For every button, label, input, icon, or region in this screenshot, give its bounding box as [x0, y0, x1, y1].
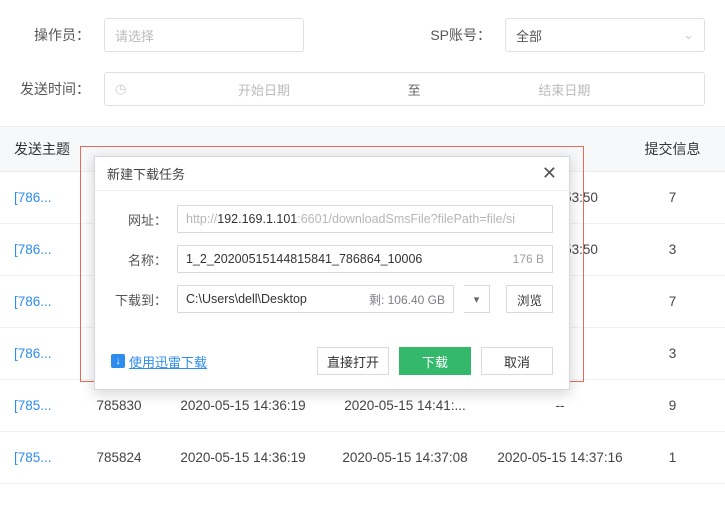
saveto-label: 下载到： [111, 290, 167, 309]
row-submit: 1 [634, 450, 711, 465]
close-icon[interactable]: ✕ [542, 163, 557, 184]
name-label: 名称： [111, 250, 167, 269]
sp-account-label: SP账号： [421, 25, 491, 45]
table-row: [785...7858242020-05-15 14:36:192020-05-… [0, 432, 725, 484]
topic-link[interactable]: [785... [14, 398, 76, 413]
row-time1: 2020-05-15 14:36:19 [162, 450, 324, 465]
col-topic-header: 发送主题 [14, 139, 76, 159]
sp-account-select[interactable]: 全部 ⌄ [505, 18, 705, 52]
topic-link[interactable]: [785... [14, 450, 76, 465]
row-submit: 7 [634, 190, 711, 205]
saveto-dropdown[interactable]: ▾ [464, 285, 490, 313]
row-num: 785824 [76, 450, 162, 465]
col-submit-header: 提交信息 [634, 139, 711, 159]
download-dialog: 新建下载任务 ✕ 网址： http://192.169.1.101:6601/d… [94, 156, 570, 390]
name-input[interactable]: 1_2_20200515144815841_786864_10006 176 B [177, 245, 553, 273]
filters-bar: 操作员： 请选择 SP账号： 全部 ⌄ 发送时间： ◷ 开始日期 至 结束日期 [0, 0, 725, 106]
date-range-picker[interactable]: ◷ 开始日期 至 结束日期 [104, 72, 705, 106]
row-time2: 2020-05-15 14:41:... [324, 398, 486, 413]
download-button[interactable]: 下载 [399, 347, 471, 375]
dialog-title-text: 新建下载任务 [107, 164, 185, 183]
url-prefix: http:// [186, 212, 217, 226]
row-time3: -- [486, 398, 634, 413]
saveto-input[interactable]: C:\Users\dell\Desktop 剩: 106.40 GB [177, 285, 454, 313]
url-input[interactable]: http://192.169.1.101:6601/downloadSmsFil… [177, 205, 553, 233]
row-time1: 2020-05-15 14:36:19 [162, 398, 324, 413]
chevron-down-icon: ⌄ [683, 27, 694, 43]
row-num: 785830 [76, 398, 162, 413]
topic-link[interactable]: [786... [14, 242, 76, 257]
xunlei-link[interactable]: ↓ 使用迅雷下载 [111, 352, 207, 371]
topic-link[interactable]: [786... [14, 346, 76, 361]
end-date-placeholder: 结束日期 [435, 80, 694, 99]
file-size: 176 B [513, 252, 544, 266]
row-time3: 2020-05-15 14:37:16 [486, 450, 634, 465]
date-range-separator: 至 [402, 80, 427, 99]
browse-button[interactable]: 浏览 [506, 285, 553, 313]
operator-select[interactable]: 请选择 [104, 18, 304, 52]
url-suffix: :6601/downloadSmsFile?filePath=file/si [297, 212, 515, 226]
xunlei-icon: ↓ [111, 354, 125, 368]
row-submit: 9 [634, 398, 711, 413]
operator-placeholder: 请选择 [115, 26, 154, 45]
start-date-placeholder: 开始日期 [134, 80, 393, 99]
saveto-path: C:\Users\dell\Desktop [186, 292, 307, 306]
xunlei-link-text: 使用迅雷下载 [129, 352, 207, 371]
name-value: 1_2_20200515144815841_786864_10006 [186, 252, 422, 266]
url-ip: 192.169.1.101 [217, 212, 297, 226]
topic-link[interactable]: [786... [14, 294, 76, 309]
clock-icon: ◷ [115, 81, 126, 97]
disk-remaining: 剩: 106.40 GB [369, 291, 445, 308]
row-time2: 2020-05-15 14:37:08 [324, 450, 486, 465]
row-submit: 7 [634, 294, 711, 309]
cancel-button[interactable]: 取消 [481, 347, 553, 375]
open-button[interactable]: 直接打开 [317, 347, 389, 375]
dialog-titlebar: 新建下载任务 ✕ [95, 157, 569, 191]
row-submit: 3 [634, 242, 711, 257]
send-time-label: 发送时间： [20, 79, 90, 99]
sp-account-value: 全部 [516, 26, 542, 45]
url-label: 网址： [111, 210, 167, 229]
operator-label: 操作员： [20, 25, 90, 45]
row-submit: 3 [634, 346, 711, 361]
topic-link[interactable]: [786... [14, 190, 76, 205]
